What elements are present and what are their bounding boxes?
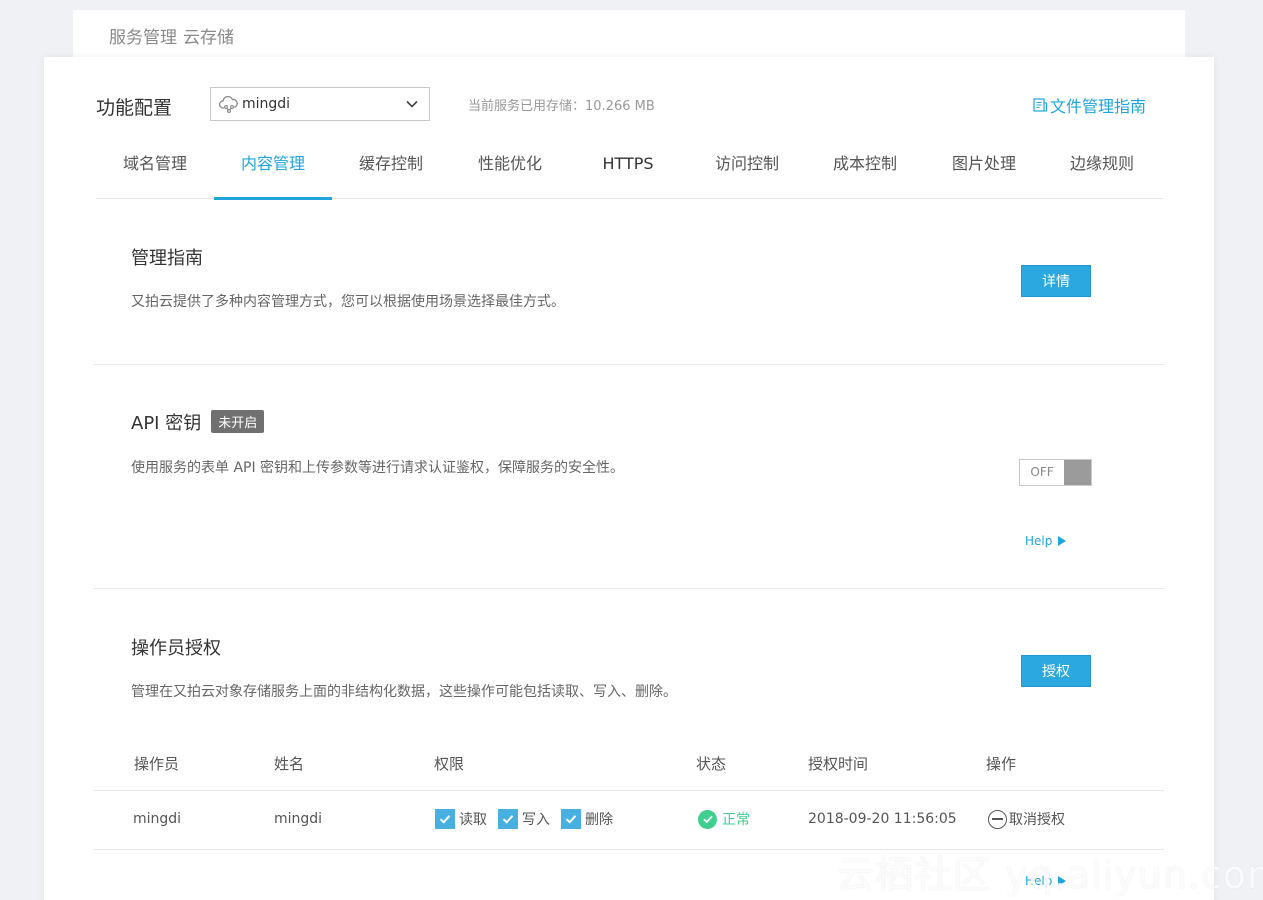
api-key-title-text: API 密钥 bbox=[131, 413, 202, 434]
document-icon bbox=[1033, 98, 1048, 112]
guide-title: 管理指南 bbox=[131, 248, 203, 269]
tab-domain[interactable]: 域名管理 bbox=[96, 139, 214, 199]
authorize-button[interactable]: 授权 bbox=[1021, 655, 1091, 687]
col-header-status: 状态 bbox=[696, 755, 727, 773]
file-guide-label: 文件管理指南 bbox=[1050, 97, 1147, 116]
perm-write-checkbox[interactable]: 写入 bbox=[498, 809, 550, 829]
perm-write-label: 写入 bbox=[522, 812, 550, 828]
chevron-down-icon bbox=[406, 100, 418, 108]
perm-read-checkbox[interactable]: 读取 bbox=[435, 809, 487, 829]
minus-circle-icon bbox=[988, 809, 1007, 829]
breadcrumb-item-service[interactable]: 服务管理 bbox=[109, 28, 177, 48]
row-time: 2018-09-20 11:56:05 bbox=[808, 811, 957, 827]
tab-content[interactable]: 内容管理 bbox=[214, 139, 332, 200]
checkbox-checked-icon bbox=[498, 809, 518, 829]
guide-desc: 又拍云提供了多种内容管理方式，您可以根据使用场景选择最佳方式。 bbox=[131, 294, 565, 310]
tab-image[interactable]: 图片处理 bbox=[925, 139, 1043, 199]
page-title: 功能配置 bbox=[96, 97, 173, 119]
row-status: 正常 bbox=[698, 809, 750, 829]
col-header-action: 操作 bbox=[986, 755, 1017, 773]
col-header-name: 姓名 bbox=[274, 755, 305, 773]
row-operator: mingdi bbox=[133, 811, 182, 827]
col-header-permission: 权限 bbox=[434, 755, 465, 773]
service-select-value: mingdi bbox=[242, 96, 291, 112]
tab-bar: 域名管理 内容管理 缓存控制 性能优化 HTTPS 访问控制 成本控制 图片处理… bbox=[96, 139, 1163, 200]
table-header-divider bbox=[94, 790, 1164, 791]
tab-cache[interactable]: 缓存控制 bbox=[332, 139, 450, 199]
checkbox-checked-icon bbox=[561, 809, 581, 829]
perm-read-label: 读取 bbox=[459, 812, 487, 828]
status-badge: 未开启 bbox=[211, 410, 265, 433]
file-guide-link[interactable]: 文件管理指南 bbox=[1032, 93, 1146, 117]
api-key-title: API 密钥 未开启 bbox=[131, 409, 265, 435]
col-header-operator: 操作员 bbox=[134, 755, 180, 773]
storage-info: 当前服务已用存储：10.266 MB bbox=[468, 99, 655, 114]
divider bbox=[94, 364, 1164, 365]
api-key-toggle[interactable]: OFF bbox=[1019, 459, 1092, 486]
checkbox-checked-icon bbox=[435, 809, 455, 829]
api-key-desc: 使用服务的表单 API 密钥和上传参数等进行请求认证鉴权，保障服务的安全性。 bbox=[131, 460, 625, 476]
revoke-label: 取消授权 bbox=[1009, 812, 1065, 828]
watermark: 云栖社区 yq.aliyun.com bbox=[836, 853, 1263, 897]
service-select[interactable]: mingdi bbox=[210, 87, 430, 121]
perm-delete-label: 删除 bbox=[585, 812, 613, 828]
toggle-label: OFF bbox=[1030, 465, 1054, 479]
col-header-time: 授权时间 bbox=[808, 755, 869, 773]
api-help-link[interactable]: Help bbox=[1025, 534, 1067, 548]
operator-auth-desc: 管理在又拍云对象存储服务上面的非结构化数据，这些操作可能包括读取、写入、删除。 bbox=[131, 684, 677, 700]
cloud-icon bbox=[219, 95, 238, 113]
tab-https[interactable]: HTTPS bbox=[569, 139, 687, 199]
divider bbox=[94, 588, 1164, 589]
breadcrumb: 服务管理 云存储 bbox=[109, 23, 234, 48]
play-icon bbox=[1058, 536, 1067, 546]
help-label: Help bbox=[1025, 534, 1053, 548]
toggle-knob bbox=[1064, 460, 1091, 485]
details-button[interactable]: 详情 bbox=[1021, 265, 1091, 297]
revoke-button[interactable]: 取消授权 bbox=[988, 809, 1065, 829]
perm-delete-checkbox[interactable]: 删除 bbox=[561, 809, 613, 829]
breadcrumb-bar: 服务管理 云存储 bbox=[73, 10, 1185, 60]
row-name: mingdi bbox=[274, 811, 323, 827]
check-circle-icon bbox=[698, 809, 717, 829]
tab-performance[interactable]: 性能优化 bbox=[451, 139, 569, 199]
tab-cost[interactable]: 成本控制 bbox=[806, 139, 924, 199]
tab-edge[interactable]: 边缘规则 bbox=[1043, 139, 1161, 199]
config-panel: 功能配置 mingdi 当前服务已用存储：10.266 MB 文件管理指南 域名… bbox=[44, 57, 1214, 900]
status-text: 正常 bbox=[722, 812, 750, 828]
operator-auth-title: 操作员授权 bbox=[131, 638, 221, 659]
tab-access[interactable]: 访问控制 bbox=[688, 139, 806, 199]
breadcrumb-item-storage: 云存储 bbox=[183, 28, 234, 48]
